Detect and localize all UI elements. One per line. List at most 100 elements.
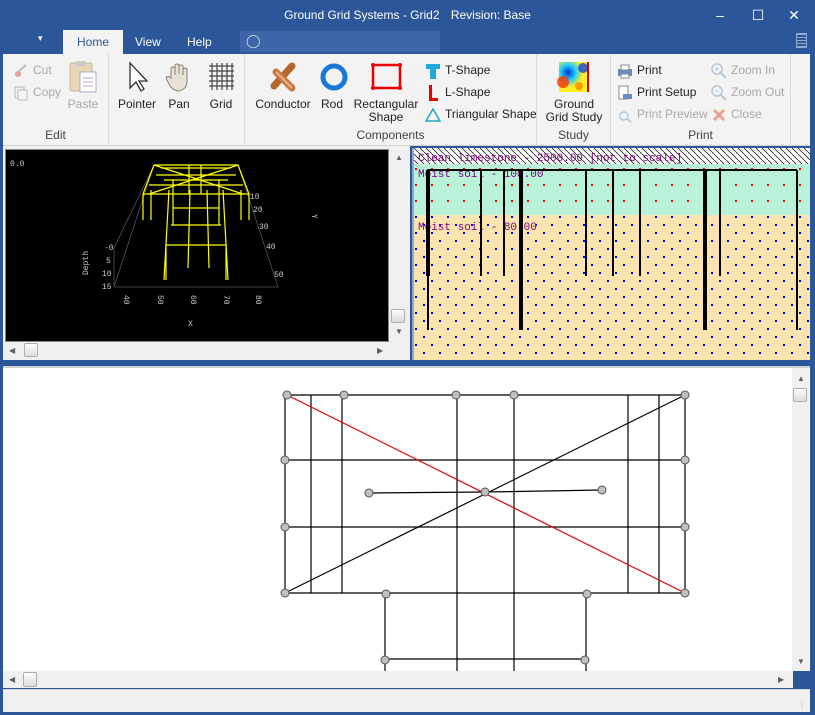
scissors-icon bbox=[13, 63, 29, 79]
y-tick: 40 bbox=[266, 243, 276, 252]
rod-node[interactable] bbox=[509, 390, 519, 400]
scroll-thumb[interactable] bbox=[391, 309, 405, 323]
print-setup-button[interactable]: Print Setup bbox=[617, 82, 696, 102]
t-shape-icon bbox=[425, 63, 441, 79]
close-x-icon bbox=[711, 107, 727, 123]
conductor-icon bbox=[266, 60, 300, 94]
view3d-horizontal-scrollbar[interactable]: ◀ ▶ bbox=[5, 342, 389, 359]
scroll-down-icon[interactable]: ▼ bbox=[395, 327, 403, 336]
rod-node[interactable] bbox=[339, 390, 349, 400]
l-shape-button[interactable]: L-Shape bbox=[425, 82, 490, 102]
cut-button[interactable]: Cut bbox=[13, 60, 52, 80]
view3d-vertical-scrollbar[interactable]: ▲ ▼ bbox=[390, 149, 407, 342]
zoom-out-button[interactable]: Zoom Out bbox=[711, 82, 784, 102]
rod-node[interactable] bbox=[597, 485, 607, 495]
printer-icon bbox=[617, 63, 633, 79]
rod-button[interactable]: Rod bbox=[317, 60, 348, 111]
clipboard-icon bbox=[66, 60, 100, 94]
scroll-left-icon[interactable]: ◀ bbox=[9, 346, 15, 355]
study-group: Ground Grid Study Study bbox=[537, 54, 611, 146]
pointer-button[interactable]: Pointer bbox=[117, 60, 157, 111]
print-preview-icon bbox=[617, 107, 633, 123]
maximize-button[interactable]: ☐ bbox=[744, 4, 772, 26]
view3d-wireframe bbox=[142, 164, 250, 281]
grid-plan-view[interactable] bbox=[3, 366, 810, 671]
t-shape-button[interactable]: T-Shape bbox=[425, 60, 490, 80]
limestone-label: Clean limestone - 2500.00 [not to scale] bbox=[418, 153, 682, 165]
ribbon: Cut Copy Paste Edit Pointer Pan Grid Con… bbox=[3, 54, 810, 146]
rod-node[interactable] bbox=[580, 655, 590, 665]
zoom-out-icon bbox=[711, 85, 727, 101]
scroll-up-icon[interactable]: ▲ bbox=[395, 153, 403, 162]
rectangular-shape-button[interactable]: Rectangular Shape bbox=[353, 60, 419, 124]
y-tick: 30 bbox=[259, 223, 269, 232]
scroll-left-icon[interactable]: ◀ bbox=[9, 675, 15, 684]
edit-group: Cut Copy Paste Edit bbox=[3, 54, 109, 146]
tell-me-search[interactable]: ◯ bbox=[240, 31, 440, 52]
rod-node[interactable] bbox=[680, 390, 690, 400]
rod-node[interactable] bbox=[680, 455, 690, 465]
tab-home[interactable]: Home bbox=[63, 30, 124, 54]
grid-button[interactable]: Grid bbox=[203, 60, 239, 111]
depth-tick: 10 bbox=[102, 270, 112, 279]
minimize-button[interactable]: – bbox=[706, 4, 734, 26]
x-tick: 40 bbox=[121, 295, 130, 305]
zoom-in-button[interactable]: Zoom In bbox=[711, 60, 775, 80]
rod-node[interactable] bbox=[280, 522, 290, 532]
rod-node[interactable] bbox=[680, 588, 690, 598]
rod-node[interactable] bbox=[380, 655, 390, 665]
copy-button[interactable]: Copy bbox=[13, 82, 61, 102]
paste-button[interactable]: Paste bbox=[65, 60, 101, 111]
tab-help[interactable]: Help bbox=[173, 30, 226, 54]
conductor-line[interactable] bbox=[368, 491, 486, 494]
y-tick: 50 bbox=[274, 271, 284, 280]
revision-label: Revision: Base bbox=[450, 8, 531, 22]
depth-tick: -0 bbox=[104, 244, 114, 253]
close-preview-button[interactable]: Close bbox=[711, 104, 762, 124]
rod-node[interactable] bbox=[280, 588, 290, 598]
x-tick: 70 bbox=[221, 295, 230, 305]
plan-vertical-scrollbar[interactable]: ▲ ▼ bbox=[792, 368, 809, 671]
rod-node[interactable] bbox=[451, 390, 461, 400]
pointer-arrow-icon bbox=[120, 60, 154, 94]
scroll-thumb[interactable] bbox=[23, 672, 37, 687]
rod-node[interactable] bbox=[680, 522, 690, 532]
print-preview-button[interactable]: Print Preview bbox=[617, 104, 708, 124]
print-button[interactable]: Print bbox=[617, 60, 662, 80]
scroll-thumb[interactable] bbox=[793, 388, 807, 402]
y-axis-label: Y bbox=[309, 214, 318, 219]
rod-node[interactable] bbox=[364, 488, 374, 498]
components-group: Conductor Rod Rectangular Shape T-Shape … bbox=[245, 54, 537, 146]
scroll-thumb[interactable] bbox=[24, 343, 38, 357]
view3d-box bbox=[113, 164, 279, 288]
tab-view[interactable]: View bbox=[121, 30, 175, 54]
x-axis-label: X bbox=[188, 320, 193, 329]
scroll-down-icon[interactable]: ▼ bbox=[797, 657, 805, 666]
plan-horizontal-scrollbar[interactable]: ◀ ▶ bbox=[3, 671, 793, 688]
rod-node[interactable] bbox=[480, 487, 490, 497]
conductor-line[interactable] bbox=[484, 489, 603, 493]
depth-tick: 5 bbox=[106, 257, 111, 266]
quick-access-dropdown[interactable]: ▾ bbox=[38, 33, 43, 44]
rod-node[interactable] bbox=[282, 390, 292, 400]
rod-node[interactable] bbox=[582, 589, 592, 599]
resize-grip-icon[interactable]: ⋮ bbox=[798, 701, 806, 710]
view3d-canvas[interactable]: 0.0 -0 5 10 15 Depth 40 50 60 70 80 X 10… bbox=[5, 149, 389, 342]
l-shape-icon bbox=[425, 84, 441, 101]
edit-group-label: Edit bbox=[45, 128, 66, 142]
close-window-button[interactable]: ✕ bbox=[780, 4, 808, 26]
hand-icon bbox=[162, 60, 196, 94]
triangular-shape-button[interactable]: Triangular Shape bbox=[424, 104, 537, 124]
soil-profile-view[interactable]: Clean limestone - 2500.00 [not to scale]… bbox=[412, 148, 810, 360]
rod-node[interactable] bbox=[381, 589, 391, 599]
scroll-right-icon[interactable]: ▶ bbox=[778, 675, 784, 684]
rod-node[interactable] bbox=[280, 455, 290, 465]
calculator-icon[interactable] bbox=[796, 33, 807, 48]
ground-grid-study-button[interactable]: Ground Grid Study bbox=[541, 60, 607, 124]
pan-button[interactable]: Pan bbox=[161, 60, 197, 111]
scroll-right-icon[interactable]: ▶ bbox=[377, 346, 383, 355]
scroll-up-icon[interactable]: ▲ bbox=[797, 374, 805, 383]
lightbulb-icon: ◯ bbox=[246, 33, 261, 48]
print-group-label: Print bbox=[688, 128, 713, 142]
conductor-button[interactable]: Conductor bbox=[253, 60, 313, 111]
